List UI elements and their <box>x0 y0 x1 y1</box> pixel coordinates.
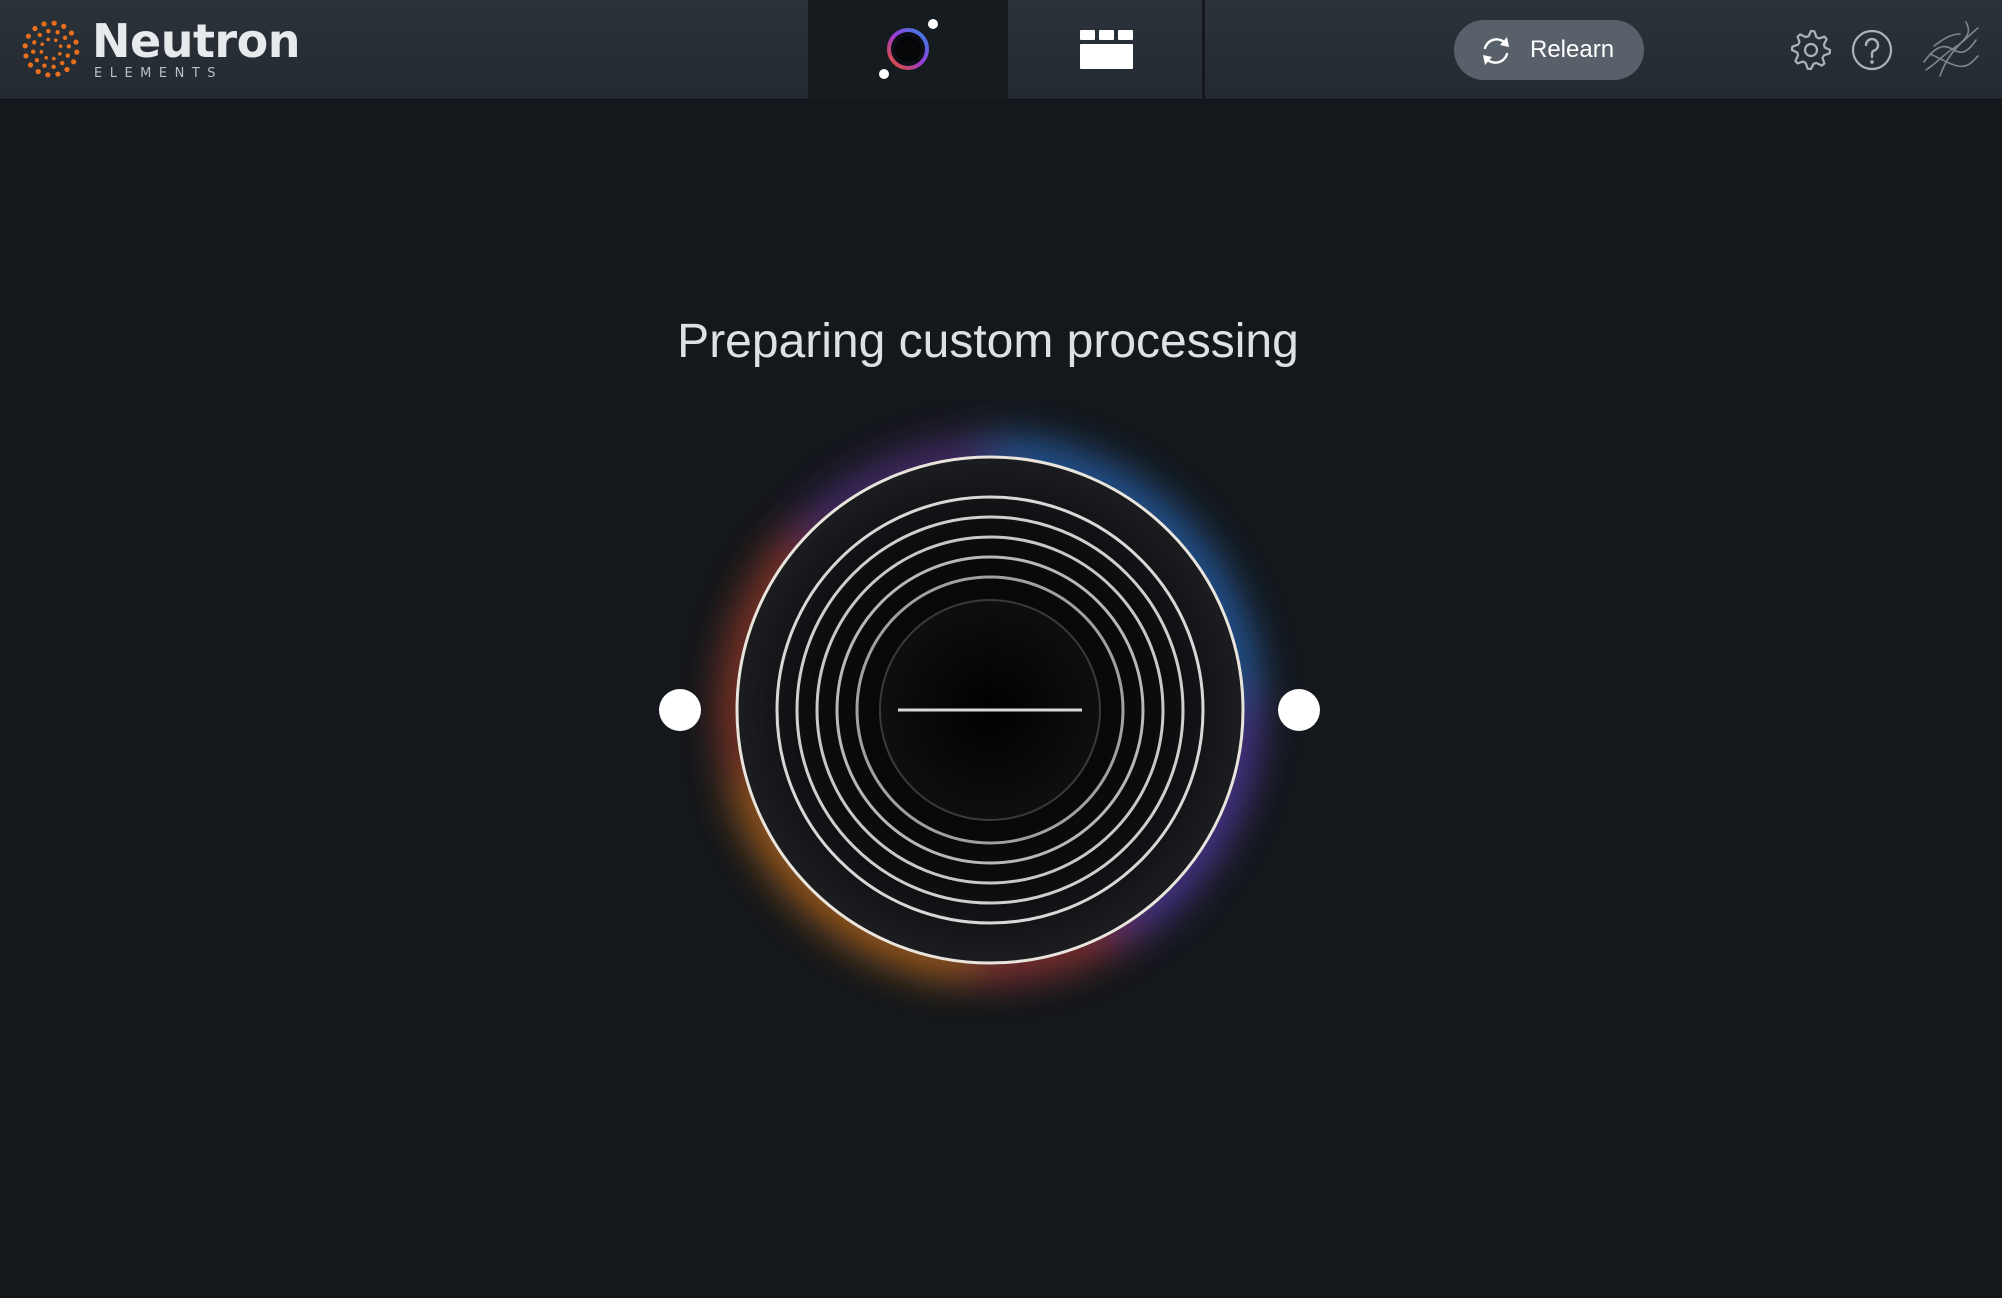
izotope-brand-icon[interactable] <box>1920 18 1982 80</box>
help-icon[interactable] <box>1850 28 1894 72</box>
top-bar: Neutron ELEMENTS Relearn <box>0 0 2002 100</box>
assistant-orbit-icon <box>879 19 938 79</box>
status-message: Preparing custom processing <box>677 315 1299 368</box>
app-name: Neutron <box>92 14 300 68</box>
app-edition: ELEMENTS <box>94 66 224 81</box>
app-logo: Neutron ELEMENTS <box>20 14 300 84</box>
refresh-arrows-icon <box>1483 37 1509 65</box>
tab-assistant[interactable] <box>808 0 1008 100</box>
tab-modules[interactable] <box>1008 0 1202 100</box>
listening-rings-icon <box>659 443 1320 975</box>
header-divider <box>1202 0 1205 100</box>
gear-icon[interactable] <box>1789 28 1833 72</box>
listening-visualizer <box>640 400 1340 1020</box>
relearn-label: Relearn <box>1530 36 1615 63</box>
neutron-elements-window: Neutron ELEMENTS Relearn Preparing custo… <box>0 0 2002 1298</box>
relearn-button[interactable]: Relearn <box>1454 20 1644 80</box>
neutron-logo-icon <box>22 20 80 78</box>
modules-grid-icon <box>1080 30 1133 69</box>
